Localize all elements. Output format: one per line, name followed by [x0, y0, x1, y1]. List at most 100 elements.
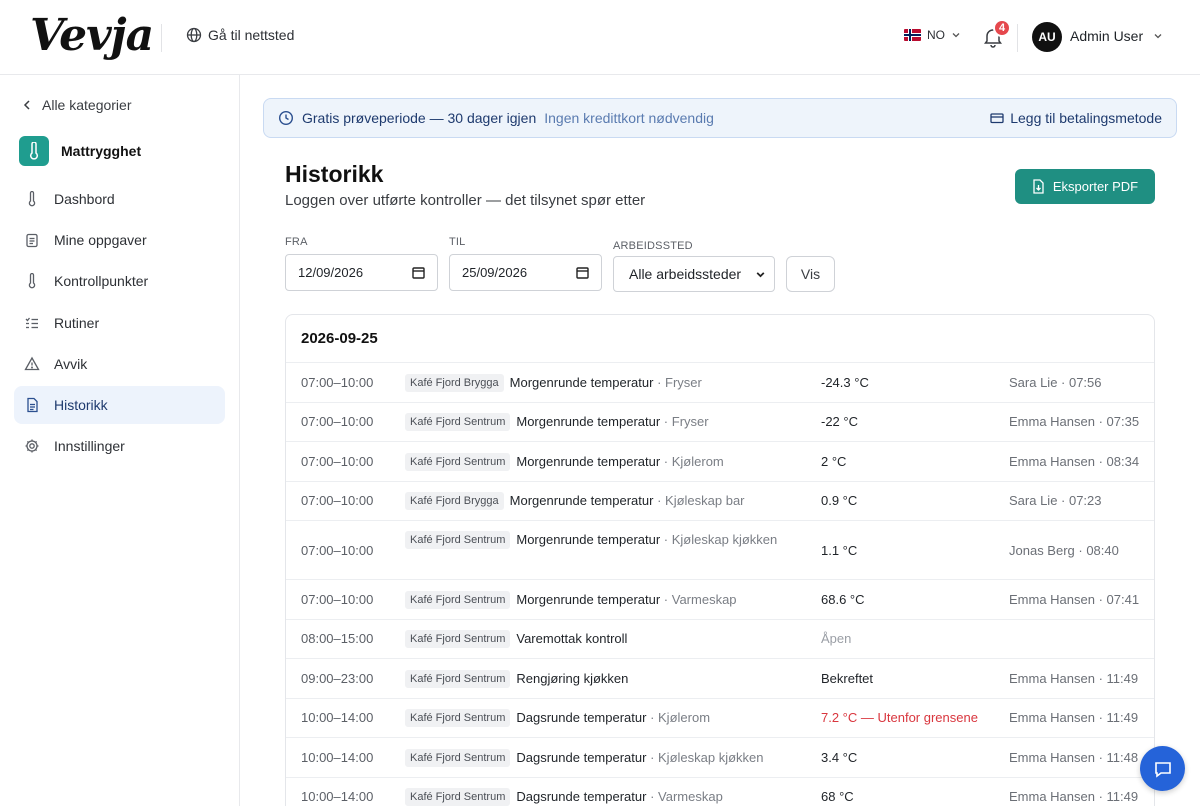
- task-location: Kjølerom: [658, 710, 711, 726]
- sidebar-nav: Dashbord Mine oppgaver Kontrollpunkter R…: [14, 180, 225, 468]
- sidebar-item-historikk[interactable]: Historikk: [14, 385, 225, 424]
- to-label: TIL: [449, 236, 466, 248]
- sidebar-item-label: Innstillinger: [54, 438, 125, 455]
- row-value: 3.4 °C: [821, 749, 858, 765]
- sidebar-item-label: Historikk: [54, 396, 108, 413]
- row-task: Kafé Fjord Brygga Morgenrunde temperatur …: [405, 491, 795, 511]
- workplace-chip: Kafé Fjord Sentrum: [405, 748, 511, 767]
- norway-flag-icon: [904, 29, 921, 41]
- row-performed-by: Sara Lie · 07:56: [1009, 374, 1102, 390]
- workplace-select[interactable]: Alle arbeidssteder: [613, 256, 775, 292]
- to-date-input[interactable]: 25/09/2026: [449, 254, 602, 291]
- workplace-chip: Kafé Fjord Sentrum: [405, 452, 511, 471]
- table-row: 10:00–14:00 Kafé Fjord Sentrum Dagsrunde t…: [286, 738, 1154, 778]
- site-link[interactable]: Gå til nettsted: [186, 27, 294, 43]
- row-task: Kafé Fjord Sentrum Morgenrunde temperatur…: [405, 530, 795, 550]
- workplace-chip: Kafé Fjord Sentrum: [405, 709, 511, 728]
- checklist-icon: [25, 317, 38, 328]
- row-time: 07:00–10:00: [301, 493, 374, 509]
- sidebar-item-label: Dashbord: [54, 191, 115, 207]
- task-location: Kjøleskap kjøkken: [671, 532, 778, 547]
- row-time: 07:00–10:00: [301, 374, 374, 390]
- trial-note: Ingen kredittkort nødvendig: [544, 110, 714, 126]
- sidebar-item-avvik[interactable]: Avvik: [14, 345, 225, 383]
- chat-button[interactable]: [1140, 746, 1185, 791]
- sidebar-item-label: Mine oppgaver: [54, 232, 147, 249]
- row-value: 7.2 °C — Utenfor grensene: [821, 710, 978, 726]
- clipboard-icon: [26, 234, 38, 248]
- task-name: Dagsrunde temperatur: [516, 710, 647, 726]
- workplace-chip: Kafé Fjord Sentrum: [405, 413, 511, 432]
- user-menu[interactable]: Admin User: [1070, 28, 1163, 44]
- separator: ·: [646, 710, 659, 726]
- chevron-left-icon: [23, 100, 30, 110]
- clock-icon: [278, 110, 294, 126]
- separator: ·: [660, 414, 672, 430]
- back-to-categories[interactable]: Alle kategorier: [22, 97, 132, 113]
- row-value: 68 °C: [821, 789, 854, 805]
- calendar-icon[interactable]: [576, 266, 589, 279]
- site-link-label: Gå til nettsted: [208, 27, 295, 43]
- user-name: Admin User: [1070, 28, 1144, 44]
- row-value: Bekreftet: [821, 670, 874, 686]
- show-button[interactable]: Vis: [786, 256, 835, 292]
- row-value: -24.3 °C: [821, 374, 869, 390]
- row-task: Kafé Fjord Sentrum Morgenrunde temperatur…: [405, 590, 795, 610]
- separator: ·: [660, 532, 672, 547]
- row-value: 1.1 °C: [821, 542, 858, 558]
- row-performed-by: Sara Lie · 07:23: [1009, 493, 1102, 509]
- row-performed-by: Emma Hansen · 07:35: [1009, 414, 1140, 430]
- sidebar-item-mine-oppgaver[interactable]: Mine oppgaver: [14, 221, 225, 259]
- avatar[interactable]: AU: [1032, 22, 1062, 52]
- sidebar-item-label: Avvik: [54, 355, 88, 372]
- separator: ·: [660, 453, 672, 469]
- row-performed-by: Jonas Berg · 08:40: [1009, 542, 1119, 558]
- thermometer-icon: [28, 191, 36, 207]
- task-location: Kjøleskap bar: [665, 493, 745, 509]
- table-row: 10:00–14:00 Kafé Fjord Sentrum Dagsrunde t…: [286, 699, 1154, 738]
- row-value: 0.9 °C: [821, 493, 858, 509]
- calendar-icon[interactable]: [412, 266, 425, 279]
- sidebar-item-dashbord[interactable]: Dashbord: [14, 180, 225, 218]
- task-name: Morgenrunde temperatur: [516, 453, 661, 469]
- sidebar-item-rutiner[interactable]: Rutiner: [14, 304, 225, 342]
- sidebar-item-label: Kontrollpunkter: [54, 273, 149, 290]
- table-row: 09:00–23:00 Kafé Fjord Sentrum Rengjøring …: [286, 659, 1154, 699]
- task-name: Morgenrunde temperatur: [516, 532, 661, 547]
- sidebar: Alle kategorier Mattrygghet Dashbord Min…: [0, 75, 240, 806]
- task-location: Varmeskap: [658, 789, 723, 805]
- category-header: Mattrygghet: [19, 136, 141, 166]
- table-row: 08:00–15:00 Kafé Fjord Sentrum Varemottak …: [286, 620, 1154, 659]
- task-location: Kjøleskap kjøkken: [658, 749, 764, 765]
- row-task: Kafé Fjord Brygga Morgenrunde temperatur …: [405, 373, 795, 393]
- row-value: 2 °C: [821, 453, 847, 469]
- row-task: Kafé Fjord Sentrum Morgenrunde temperatur…: [405, 452, 795, 472]
- language-selector[interactable]: NO: [904, 28, 961, 42]
- sidebar-item-innstillinger[interactable]: Innstillinger: [14, 427, 225, 465]
- sidebar-item-label: Rutiner: [54, 314, 100, 331]
- task-location: Varmeskap: [671, 591, 737, 607]
- row-time: 07:00–10:00: [301, 453, 374, 469]
- from-label: FRA: [285, 236, 308, 248]
- row-task: Kafé Fjord Sentrum Dagsrunde temperatur ·…: [405, 748, 795, 768]
- add-payment-method-button[interactable]: Legg til betalingsmetode: [990, 110, 1162, 126]
- row-performed-by: Emma Hansen · 11:49: [1009, 789, 1139, 805]
- sidebar-item-kontrollpunkter[interactable]: Kontrollpunkter: [14, 262, 225, 300]
- logo[interactable]: Vevja: [30, 8, 154, 64]
- divider: [1017, 24, 1018, 52]
- globe-icon: [186, 27, 202, 43]
- from-date-input[interactable]: 12/09/2026: [285, 254, 438, 291]
- row-task: Kafé Fjord Sentrum Dagsrunde temperatur ·…: [405, 787, 795, 806]
- export-pdf-label: Eksporter PDF: [1052, 179, 1139, 194]
- table-row: 07:00–10:00 Kafé Fjord Brygga Morgenrunde …: [286, 482, 1154, 521]
- notification-badge: 4: [993, 19, 1011, 37]
- chevron-down-icon: [1154, 34, 1162, 39]
- separator: ·: [646, 749, 659, 765]
- chevron-down-icon: [952, 33, 960, 38]
- from-date-value: 12/09/2026: [298, 265, 364, 280]
- workplace-value: Alle arbeidssteder: [629, 266, 742, 282]
- category-name: Mattrygghet: [61, 143, 142, 159]
- row-value: -22 °C: [821, 414, 858, 430]
- export-pdf-button[interactable]: Eksporter PDF: [1015, 169, 1155, 204]
- warning-icon: [24, 356, 40, 370]
